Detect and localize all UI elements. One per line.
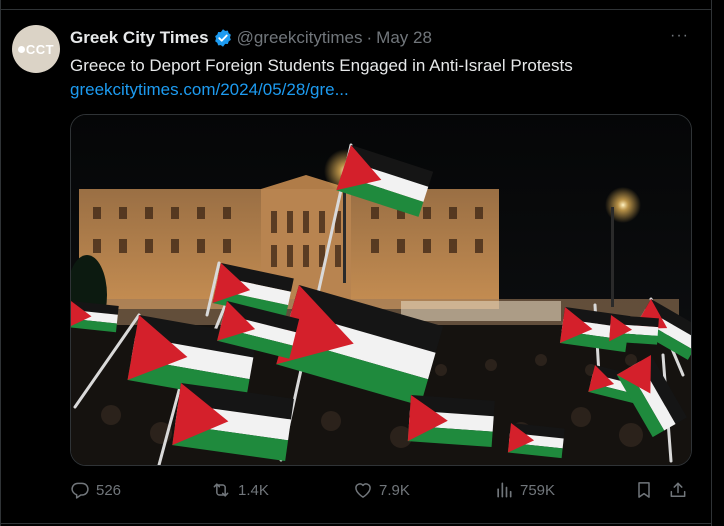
- repost-icon: [213, 483, 229, 497]
- more-icon[interactable]: ···: [670, 27, 689, 45]
- views-icon: [497, 482, 512, 498]
- reply-count: 526: [96, 481, 122, 499]
- tweet-link[interactable]: greekcitytimes.com/2024/05/28/gre...: [70, 80, 349, 100]
- protest-photo: [71, 115, 691, 465]
- like-button[interactable]: 7.9K: [353, 480, 410, 500]
- frame-border-right: [711, 0, 712, 526]
- share-button[interactable]: [668, 480, 694, 500]
- frame-border-bottom: [0, 523, 712, 524]
- tweet-text: Greece to Deport Foreign Students Engage…: [70, 56, 573, 75]
- author-name[interactable]: Greek City Times: [70, 28, 209, 48]
- author-handle[interactable]: @greekcitytimes: [237, 28, 363, 48]
- reply-button[interactable]: 526: [70, 480, 121, 500]
- bookmark-button[interactable]: [634, 480, 660, 500]
- views-count: 759K: [520, 481, 556, 499]
- reply-icon: [71, 482, 89, 499]
- avatar[interactable]: CCT: [12, 25, 60, 73]
- frame-border-left: [0, 0, 1, 526]
- tweet-actions: 526 1.4K 7.9K 759K: [70, 480, 696, 504]
- tweet-image[interactable]: [70, 114, 692, 466]
- verified-badge-icon[interactable]: [213, 28, 233, 48]
- avatar-text: CCT: [25, 41, 55, 57]
- bookmark-icon: [638, 482, 650, 498]
- views-button[interactable]: 759K: [494, 480, 555, 500]
- repost-count: 1.4K: [238, 481, 269, 499]
- like-count: 7.9K: [379, 481, 410, 499]
- tweet-header: Greek City Times @greekcitytimes · May 2…: [70, 28, 432, 48]
- avatar-dot: [17, 45, 25, 53]
- header-separator: ·: [366, 28, 373, 47]
- repost-button[interactable]: 1.4K: [210, 480, 269, 500]
- like-icon: [355, 483, 371, 498]
- share-icon: [670, 482, 686, 497]
- frame-border-top: [0, 9, 712, 10]
- tweet-date[interactable]: May 28: [376, 28, 432, 48]
